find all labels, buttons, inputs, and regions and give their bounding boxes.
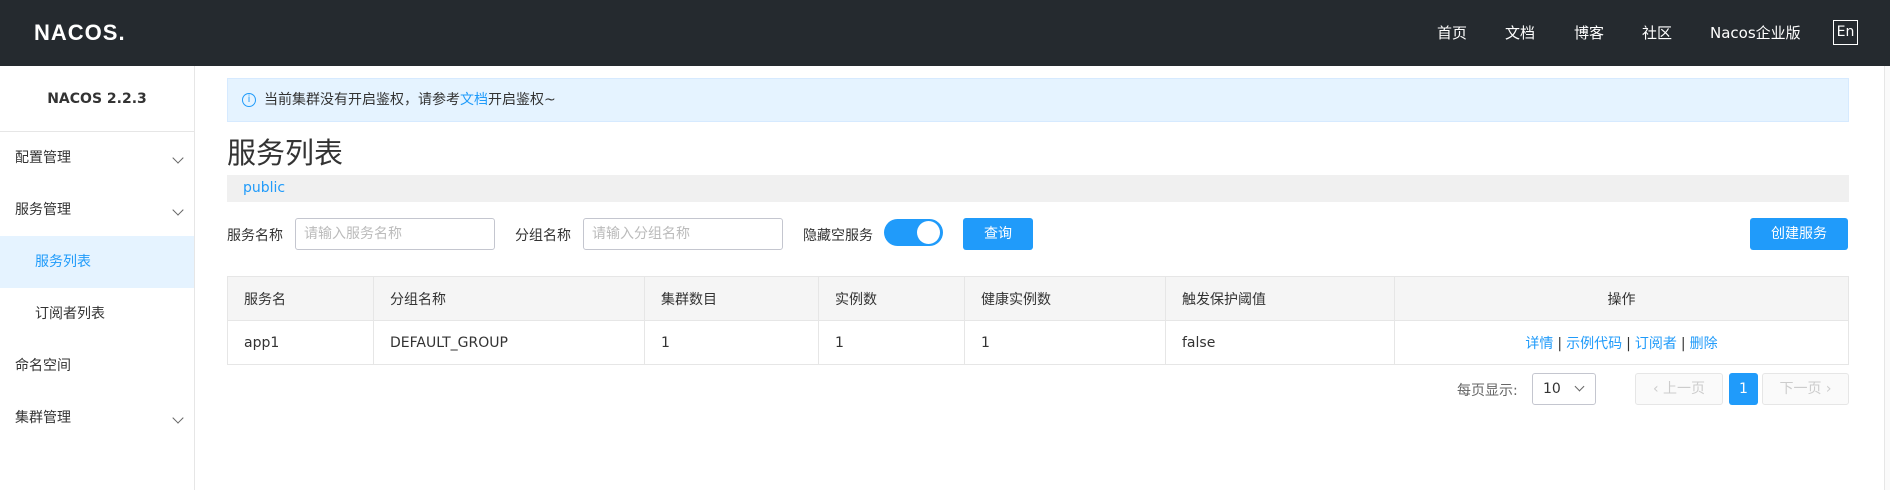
action-separator: | xyxy=(1557,335,1563,352)
auth-notice-banner: i 当前集群没有开启鉴权，请参考文档开启鉴权~ xyxy=(227,78,1849,122)
sidebar-item-subscriber-list[interactable]: 订阅者列表 xyxy=(0,288,194,340)
sidebar-item-config-management[interactable]: 配置管理 xyxy=(0,132,194,184)
action-separator: | xyxy=(1626,335,1631,352)
cell-instance-count: 1 xyxy=(818,320,965,365)
sample-code-link[interactable]: 示例代码 xyxy=(1566,336,1622,352)
sidebar-item-label: 集群管理 xyxy=(15,410,71,426)
page-title: 服务列表 xyxy=(227,136,344,170)
nav-home[interactable]: 首页 xyxy=(1437,22,1467,43)
nav-blog[interactable]: 博客 xyxy=(1574,22,1604,43)
prev-page-button[interactable]: ‹ 上一页 xyxy=(1635,373,1723,405)
column-header-instance-count: 实例数 xyxy=(818,276,965,321)
scrollbar[interactable] xyxy=(1884,66,1890,490)
page-size-label: 每页显示: xyxy=(1457,383,1518,399)
cell-cluster-count: 1 xyxy=(644,320,819,365)
sidebar-item-label: 服务管理 xyxy=(15,202,71,218)
sidebar-item-label: 订阅者列表 xyxy=(35,306,105,322)
nav-community[interactable]: 社区 xyxy=(1642,22,1672,43)
sidebar-item-service-management[interactable]: 服务管理 xyxy=(0,184,194,236)
chevron-down-icon xyxy=(172,204,184,216)
hide-empty-service-toggle[interactable] xyxy=(884,219,943,246)
notice-docs-link[interactable]: 文档 xyxy=(460,92,488,108)
namespace-bar: public xyxy=(227,175,1849,202)
table-row: app1 DEFAULT_GROUP 1 1 1 false 详情 | 示例代码 | 订… xyxy=(227,320,1849,365)
cell-operations: 详情 | 示例代码 | 订阅者 | 删除 xyxy=(1394,320,1849,365)
service-name-input[interactable] xyxy=(295,218,495,250)
info-icon: i xyxy=(242,93,256,107)
current-page-button[interactable]: 1 xyxy=(1729,373,1758,405)
chevron-left-icon: ‹ xyxy=(1652,381,1664,397)
column-header-healthy-instance-count: 健康实例数 xyxy=(964,276,1166,321)
sidebar: NACOS 2.2.3 配置管理 服务管理 服务列表 订阅者列表 命名空间 集群… xyxy=(0,66,195,490)
column-header-protect-threshold: 触发保护阈值 xyxy=(1165,276,1395,321)
chevron-down-icon xyxy=(172,412,184,424)
next-page-button[interactable]: 下一页 › xyxy=(1762,373,1849,405)
delete-link[interactable]: 删除 xyxy=(1690,336,1718,352)
subscribers-link[interactable]: 订阅者 xyxy=(1635,336,1677,352)
table-header-row: 服务名 分组名称 集群数目 实例数 健康实例数 触发保护阈值 操作 xyxy=(227,276,1849,321)
group-name-label: 分组名称 xyxy=(515,228,571,244)
group-name-input[interactable] xyxy=(583,218,783,250)
sidebar-item-cluster-management[interactable]: 集群管理 xyxy=(0,392,194,444)
next-page-label: 下一页 xyxy=(1779,381,1822,397)
action-separator: | xyxy=(1680,335,1686,352)
notice-text-suffix: 开启鉴权~ xyxy=(488,92,556,108)
column-header-group-name: 分组名称 xyxy=(373,276,645,321)
cell-healthy-instance-count: 1 xyxy=(964,320,1166,365)
sidebar-version-title: NACOS 2.2.3 xyxy=(0,66,194,132)
top-navbar: NACOS. 首页 文档 博客 社区 Nacos企业版 En xyxy=(0,0,1890,66)
toggle-knob xyxy=(917,221,940,244)
query-button[interactable]: 查询 xyxy=(963,218,1033,250)
sidebar-item-namespace[interactable]: 命名空间 xyxy=(0,340,194,392)
cell-protect-threshold: false xyxy=(1165,320,1395,365)
column-header-service-name: 服务名 xyxy=(227,276,374,321)
nav-docs[interactable]: 文档 xyxy=(1505,22,1535,43)
language-switch-button[interactable]: En xyxy=(1833,20,1858,45)
chevron-down-icon xyxy=(1574,381,1585,392)
sidebar-item-label: 配置管理 xyxy=(15,150,71,166)
nacos-logo[interactable]: NACOS. xyxy=(34,20,126,46)
column-header-cluster-count: 集群数目 xyxy=(644,276,819,321)
column-header-operations: 操作 xyxy=(1394,276,1849,321)
namespace-public-link[interactable]: public xyxy=(243,180,285,196)
sidebar-item-label: 服务列表 xyxy=(35,254,91,270)
detail-link[interactable]: 详情 xyxy=(1525,336,1553,352)
chevron-down-icon xyxy=(172,152,184,164)
chevron-right-icon: › xyxy=(1821,381,1832,397)
cell-group-name: DEFAULT_GROUP xyxy=(373,320,645,365)
hide-empty-service-label: 隐藏空服务 xyxy=(803,228,873,244)
sidebar-item-service-list[interactable]: 服务列表 xyxy=(0,236,194,288)
page-size-select[interactable]: 10 xyxy=(1532,373,1596,405)
sidebar-item-label: 命名空间 xyxy=(15,358,71,374)
service-name-label: 服务名称 xyxy=(227,228,283,244)
cell-service-name: app1 xyxy=(227,320,374,365)
prev-page-label: 上一页 xyxy=(1663,381,1706,397)
notice-text-prefix: 当前集群没有开启鉴权，请参考 xyxy=(264,92,460,108)
service-table: 服务名 分组名称 集群数目 实例数 健康实例数 触发保护阈值 操作 app1 D… xyxy=(227,276,1849,365)
page-size-value: 10 xyxy=(1543,381,1561,397)
nav-enterprise[interactable]: Nacos企业版 xyxy=(1710,22,1801,43)
create-service-button[interactable]: 创建服务 xyxy=(1750,218,1848,250)
